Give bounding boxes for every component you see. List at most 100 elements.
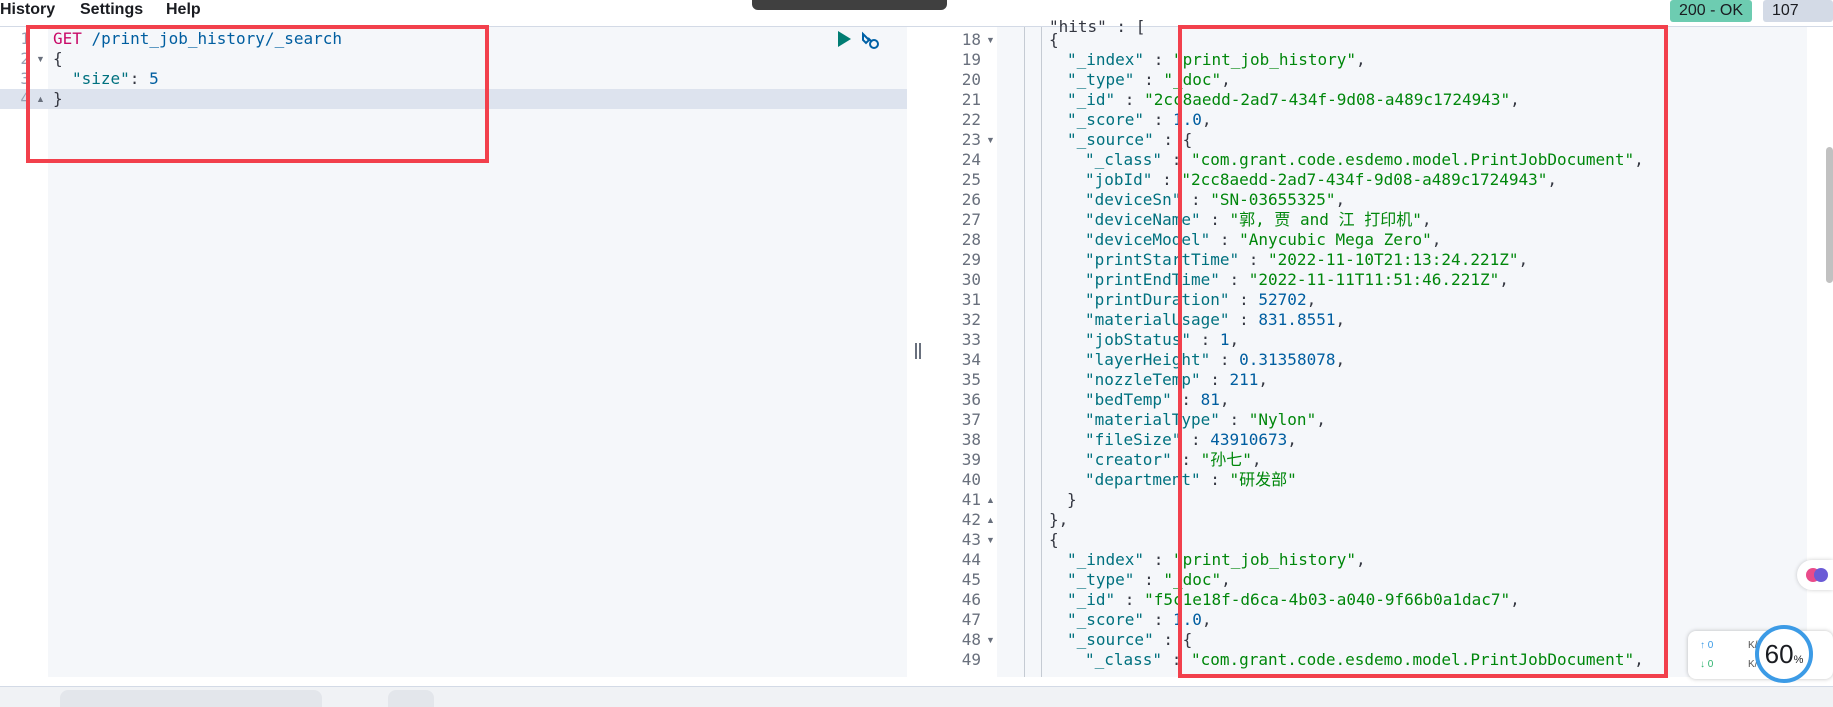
json-value: "print_job_history" — [1172, 50, 1356, 69]
drag-handle-icon[interactable] — [915, 343, 921, 359]
bottom-tab[interactable] — [60, 690, 322, 707]
json-punctuation: : — [1115, 90, 1145, 109]
json-separator: : — [129, 69, 150, 88]
menu-settings[interactable]: Settings — [80, 0, 143, 26]
json-punctuation: } — [1067, 490, 1077, 509]
json-key: "_index" — [1067, 550, 1145, 569]
json-punctuation: , — [1431, 230, 1442, 249]
response-line: "deviceName" : "郭, 贾 and 江 打印机", — [1085, 210, 1431, 230]
status-code-badge: 200 - OK — [1670, 0, 1753, 22]
json-punctuation: : — [1190, 330, 1220, 349]
json-punctuation: : — [1144, 550, 1173, 569]
fold-up-icon[interactable]: ▲ — [36, 94, 45, 104]
json-value: 1 — [1219, 330, 1230, 349]
usage-percent-sign: % — [1793, 654, 1804, 666]
menu-help[interactable]: Help — [166, 0, 201, 26]
json-key: "_source" — [1067, 130, 1154, 149]
request-line-1: GET /print_job_history/_search — [53, 29, 342, 49]
json-key: "materialType" — [1085, 410, 1220, 429]
request-editor-background — [48, 27, 907, 677]
json-punctuation: : — [1229, 310, 1259, 329]
json-punctuation: , — [1221, 570, 1231, 589]
line-number: 39 — [961, 450, 981, 469]
json-key: "_type" — [1067, 70, 1135, 89]
json-punctuation: : — [1181, 190, 1211, 209]
json-punctuation: : — [1171, 450, 1201, 469]
response-line: "printStartTime" : "2022-11-10T21:13:24.… — [1085, 250, 1528, 270]
line-number: 29 — [961, 250, 981, 269]
json-punctuation: : — [1115, 590, 1145, 609]
bottom-bar — [0, 686, 1833, 707]
line-number: 21 — [961, 90, 981, 109]
line-number: 37 — [961, 410, 981, 429]
wrench-icon[interactable] — [860, 29, 882, 51]
json-punctuation: , — [1510, 590, 1520, 609]
brace: } — [53, 89, 63, 108]
fold-down-icon[interactable]: ▼ — [36, 54, 45, 64]
response-line: }, — [1049, 510, 1068, 530]
request-line-2: { — [53, 49, 63, 69]
json-value: "2cc8aedd-2ad7-434f-9d08-a489c1724943" — [1144, 90, 1511, 109]
json-punctuation: , — [1316, 410, 1326, 429]
response-line: "_class" : "com.grant.code.esdemo.model.… — [1085, 150, 1644, 170]
fold-down-icon[interactable]: ▼ — [986, 135, 995, 145]
response-line: "_index" : "print_job_history", — [1067, 50, 1366, 70]
line-number: 45 — [961, 570, 981, 589]
json-value: 81 — [1200, 390, 1220, 409]
json-punctuation: , — [1547, 170, 1558, 189]
json-punctuation: , — [1421, 210, 1432, 229]
menu-history[interactable]: History — [0, 0, 55, 26]
json-value: 211 — [1229, 370, 1259, 389]
response-viewer[interactable]: "hits" : [ 18 ▼ {19 "_index" : "print_job_h… — [929, 17, 1833, 677]
pane-splitter[interactable] — [907, 27, 929, 677]
response-line: "department" : "研发部" — [1085, 470, 1297, 490]
json-value: "郭, 贾 and 江 打印机" — [1229, 210, 1422, 229]
json-key: "printStartTime" — [1085, 250, 1240, 269]
json-key: "deviceName" — [1085, 210, 1201, 229]
json-key: "_source" — [1067, 630, 1154, 649]
fold-down-icon[interactable]: ▼ — [986, 35, 995, 45]
response-scrollbar[interactable] — [1826, 147, 1833, 283]
json-punctuation: : — [1229, 290, 1259, 309]
json-punctuation: , — [1634, 650, 1644, 669]
play-icon[interactable] — [838, 31, 851, 47]
line-number: 23 — [961, 130, 981, 149]
usage-gauge[interactable]: 60% — [1755, 625, 1813, 683]
json-key: "jobId" — [1085, 170, 1153, 189]
response-partial-line: "hits" : [ — [1049, 17, 1146, 36]
json-punctuation: : — [1200, 370, 1230, 389]
json-value: 1.0 — [1172, 110, 1202, 129]
fold-up-icon[interactable]: ▲ — [986, 495, 995, 505]
line-number: 18 — [961, 30, 981, 49]
json-value: "com.grant.code.esdemo.model.PrintJobDoc… — [1190, 150, 1635, 169]
line-number: 24 — [961, 150, 981, 169]
line-number: 4 — [20, 89, 30, 108]
json-punctuation: , — [1306, 290, 1317, 309]
json-punctuation: , — [1356, 550, 1366, 569]
json-key: "_class" — [1085, 650, 1163, 669]
line-number: 28 — [961, 230, 981, 249]
line-number: 43 — [961, 530, 981, 549]
upload-speed: ↑ 0 — [1700, 640, 1714, 651]
fold-up-icon[interactable]: ▲ — [986, 515, 995, 525]
response-line: "nozzleTemp" : 211, — [1085, 370, 1268, 390]
fold-down-icon[interactable]: ▼ — [986, 635, 995, 645]
fold-down-icon[interactable]: ▼ — [986, 535, 995, 545]
bottom-tab[interactable] — [388, 690, 434, 707]
json-punctuation: : — [1144, 610, 1173, 629]
json-punctuation: , — [1356, 50, 1366, 69]
response-line: "_score" : 1.0, — [1067, 610, 1212, 630]
request-editor[interactable]: 1 2 3 4 ▼ ▲ GET /print_job_history/_sear… — [0, 27, 907, 677]
brain-icon[interactable] — [1797, 560, 1833, 590]
line-number: 33 — [961, 330, 981, 349]
json-punctuation: : — [1162, 150, 1191, 169]
json-key: "deviceModel" — [1085, 230, 1211, 249]
line-number: 35 — [961, 370, 981, 389]
json-punctuation: , — [1258, 370, 1269, 389]
json-punctuation: , — [1251, 450, 1262, 469]
json-value: 831.8551 — [1258, 310, 1336, 329]
response-line: "jobId" : "2cc8aedd-2ad7-434f-9d08-a489c… — [1085, 170, 1557, 190]
line-number: 20 — [961, 70, 981, 89]
active-line-highlight — [0, 89, 907, 109]
json-punctuation: : — [1219, 410, 1249, 429]
